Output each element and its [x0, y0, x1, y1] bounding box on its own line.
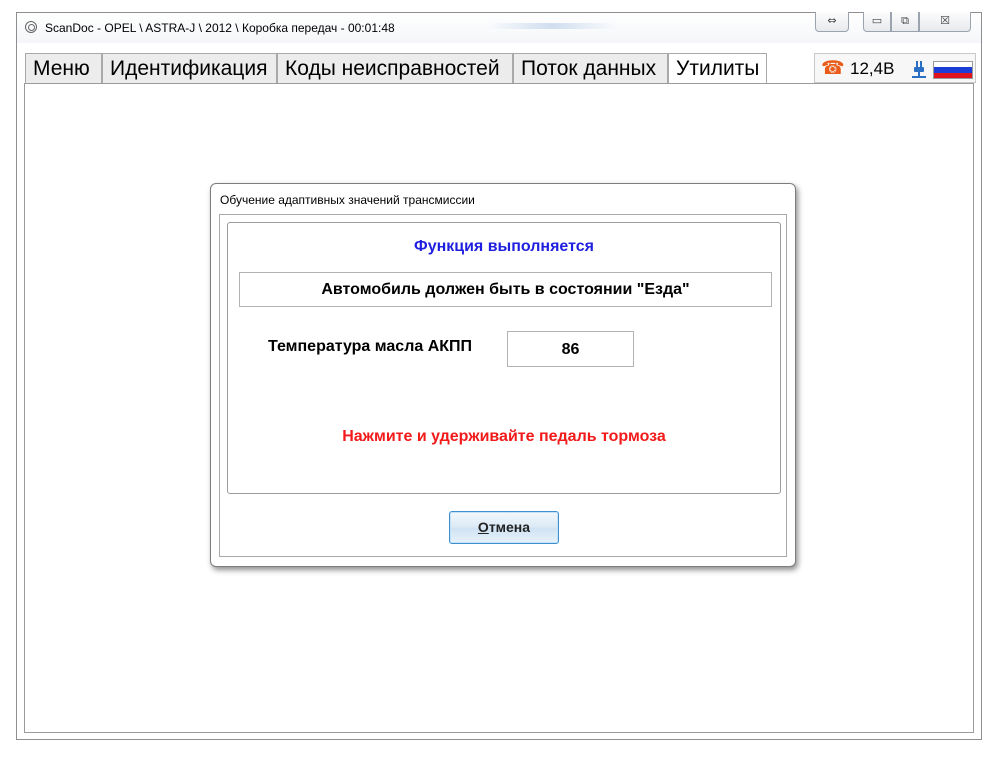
tab-data-stream[interactable]: Поток данных: [513, 53, 668, 83]
tab-label: Коды неисправностей: [285, 57, 500, 80]
battery-voltage: 12,4В: [850, 59, 895, 78]
phone-icon: ☎: [821, 57, 845, 79]
tab-identification[interactable]: Идентификация: [102, 53, 277, 83]
dialog-title: Обучение адаптивных значений трансмиссии: [220, 193, 475, 207]
minimize-button[interactable]: ▭: [863, 12, 891, 32]
cancel-button-label: Отмена: [477, 519, 531, 535]
tab-menu[interactable]: Меню: [25, 53, 102, 83]
vehicle-state-message: Автомобиль должен быть в состоянии "Езда…: [239, 272, 772, 307]
tab-label: Идентификация: [110, 57, 268, 80]
tab-label: Утилиты: [676, 57, 760, 80]
tab-label: Меню: [33, 57, 90, 80]
main-tab-bar: Меню Идентификация Коды неисправностей П…: [25, 53, 775, 83]
title-blur-decoration: [487, 23, 617, 29]
swap-arrows-icon: ⇔: [827, 14, 837, 27]
maximize-button[interactable]: ⧉: [891, 12, 919, 32]
function-status: Функция выполняется: [414, 238, 594, 255]
dialog-body: Функция выполняется Автомобиль должен бы…: [219, 214, 787, 557]
cancel-button[interactable]: Отмена: [449, 511, 559, 544]
status-area: ☎ 12,4В: [814, 53, 976, 83]
language-flag-icon[interactable]: [933, 61, 973, 79]
adaptation-dialog: Обучение адаптивных значений трансмиссии…: [210, 183, 796, 567]
brake-instruction: Нажмите и удерживайте педаль тормоза: [342, 428, 666, 445]
procedure-panel: Функция выполняется Автомобиль должен бы…: [227, 222, 781, 494]
tab-fault-codes[interactable]: Коды неисправностей: [277, 53, 513, 83]
close-button[interactable]: ☒: [919, 12, 971, 32]
transmission-temp-label: Температура масла АКПП: [268, 338, 473, 355]
steering-wheel-icon: [25, 21, 37, 33]
flag-stripe: [934, 72, 972, 78]
close-icon: ☒: [940, 14, 950, 27]
swap-window-button[interactable]: ⇔: [815, 12, 849, 32]
minimize-icon: ▭: [871, 14, 883, 27]
tab-label: Поток данных: [521, 57, 657, 80]
title-bar[interactable]: ScanDoc - OPEL \ ASTRA-J \ 2012 \ Коробк…: [17, 12, 981, 43]
transmission-temp-value: 86: [507, 331, 634, 367]
restore-icon: ⧉: [901, 14, 909, 27]
plug-icon: [912, 61, 926, 78]
window-title: ScanDoc - OPEL \ ASTRA-J \ 2012 \ Коробк…: [45, 21, 395, 35]
tab-utilities[interactable]: Утилиты: [668, 53, 767, 83]
